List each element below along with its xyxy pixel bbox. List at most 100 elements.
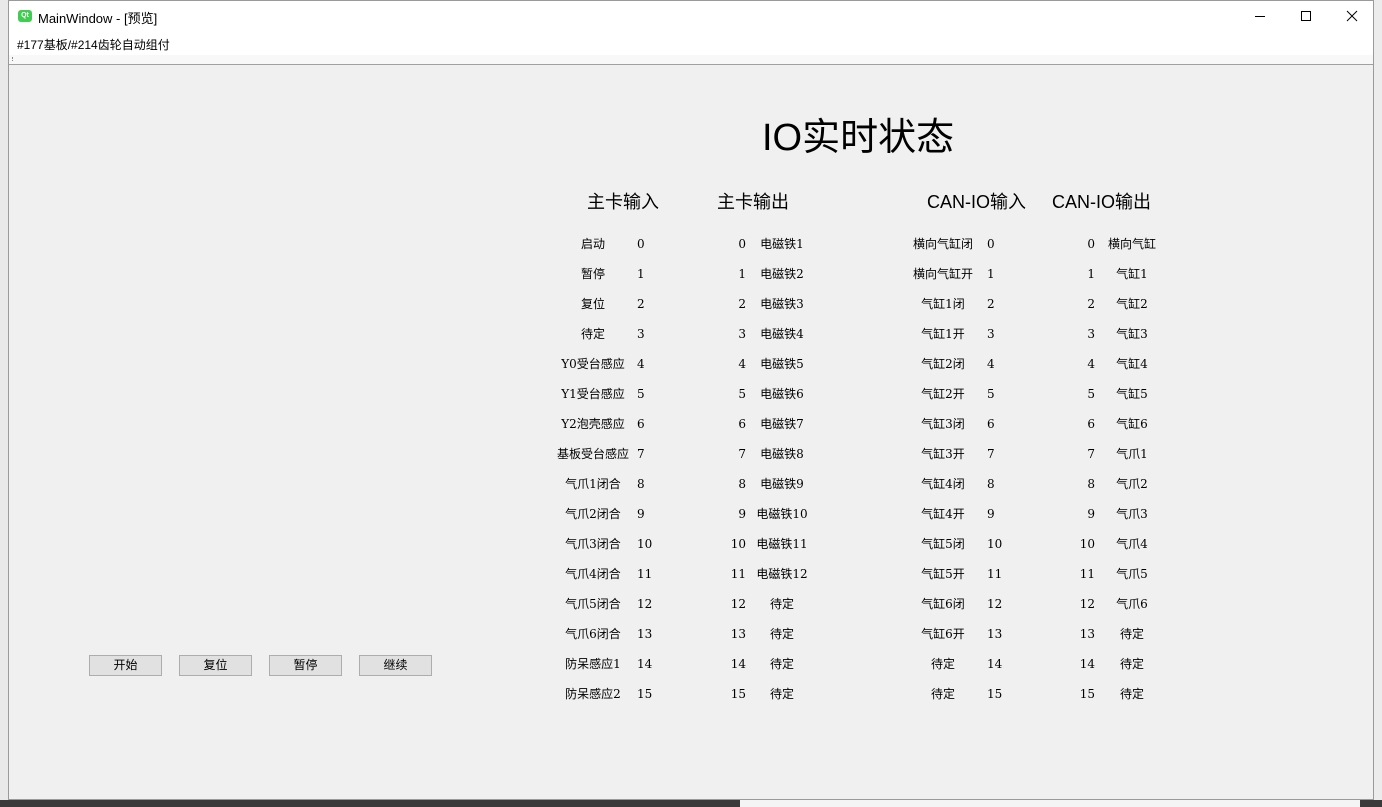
can-input-label: 气缸2闭	[921, 357, 965, 371]
can-input-label: 气缸3闭	[921, 417, 965, 431]
main-output-label: 电磁铁11	[756, 537, 808, 551]
main-input-index: 4	[637, 357, 645, 371]
can-input-label: 横向气缸闭	[912, 237, 973, 251]
minimize-button[interactable]	[1237, 1, 1283, 31]
close-button[interactable]	[1329, 1, 1375, 31]
main-input-label: 防呆感应2	[565, 687, 621, 701]
main-input-label: 防呆感应1	[565, 657, 621, 671]
can-input-index: 7	[987, 447, 995, 461]
main-input-index: 11	[637, 567, 653, 581]
pause-button[interactable]: 暂停	[269, 655, 342, 676]
can-input-label: 待定	[930, 687, 955, 701]
can-output-label: 气缸2	[1116, 297, 1148, 311]
header-can-input: CAN-IO输入	[927, 192, 1026, 212]
can-input-index: 10	[987, 537, 1003, 551]
can-input-index: 3	[987, 327, 995, 341]
main-output-label: 电磁铁4	[760, 327, 804, 341]
main-output-label: 电磁铁6	[760, 387, 804, 401]
can-input-index: 8	[987, 477, 995, 491]
maximize-button[interactable]	[1283, 1, 1329, 31]
main-input-label: 气爪2闭合	[565, 507, 621, 521]
window-title: MainWindow - [预览]	[38, 11, 158, 26]
main-input-label: 暂停	[580, 267, 605, 281]
main-output-label: 待定	[769, 627, 794, 641]
can-input-index: 12	[987, 597, 1003, 611]
can-input-index: 2	[987, 297, 995, 311]
can-input-label: 气缸2开	[921, 387, 965, 401]
start-button[interactable]: 开始	[89, 655, 162, 676]
main-input-label: 气爪6闭合	[565, 627, 621, 641]
can-input-label: 气缸5闭	[921, 537, 965, 551]
main-output-label: 待定	[769, 597, 794, 611]
main-output-label: 电磁铁8	[760, 447, 804, 461]
main-input-index: 10	[637, 537, 653, 551]
can-input-label: 气缸3开	[921, 447, 965, 461]
can-output-label: 气爪2	[1116, 477, 1148, 491]
title-bar[interactable]: Qt MainWindow - [预览]	[9, 1, 1373, 31]
main-input-index: 6	[637, 417, 645, 431]
main-input-label: 气爪5闭合	[565, 597, 621, 611]
main-input-index: 3	[637, 327, 645, 341]
header-can-output: CAN-IO输出	[1052, 192, 1151, 212]
main-output-label: 待定	[769, 687, 794, 701]
background-right	[1374, 0, 1382, 807]
main-output-label: 电磁铁2	[760, 267, 804, 281]
can-input-label: 横向气缸开	[912, 267, 973, 281]
can-output-label: 气爪5	[1116, 567, 1148, 581]
menu-item-project[interactable]: #177基板/#214齿轮自动组付	[17, 36, 170, 53]
can-input-index: 4	[987, 357, 995, 371]
main-input-index: 9	[637, 507, 645, 521]
reset-button[interactable]: 复位	[179, 655, 252, 676]
main-input-label: 待定	[580, 327, 605, 341]
can-output-label: 气爪3	[1116, 507, 1148, 521]
main-output-label: 电磁铁12	[756, 567, 808, 581]
can-input-label: 气缸6开	[921, 627, 965, 641]
can-input-index: 14	[987, 657, 1003, 671]
main-input-index: 7	[637, 447, 645, 461]
can-input-label: 气缸1闭	[921, 297, 965, 311]
can-output-label: 气爪6	[1116, 597, 1148, 611]
main-output-label: 电磁铁10	[756, 507, 808, 521]
main-input-label: Y2泡壳感应	[561, 417, 625, 431]
main-input-index: 13	[637, 627, 653, 641]
can-output-label: 气爪4	[1116, 537, 1148, 551]
toolbar-grip[interactable]	[12, 57, 15, 61]
main-input-index: 15	[637, 687, 653, 701]
can-input-label: 气缸4开	[921, 507, 965, 521]
can-input-index: 13	[987, 627, 1003, 641]
can-input-index: 11	[987, 567, 1003, 581]
qt-icon: Qt	[18, 10, 32, 22]
main-input-index: 8	[637, 477, 645, 491]
main-input-label: 气爪4闭合	[565, 567, 621, 581]
can-input-index: 5	[987, 387, 995, 401]
main-output-label: 电磁铁7	[760, 417, 804, 431]
can-input-label: 气缸1开	[921, 327, 965, 341]
can-output-label: 待定	[1119, 687, 1144, 701]
io-status-title: IO实时状态	[762, 117, 955, 159]
can-output-label: 气缸5	[1116, 387, 1148, 401]
main-input-label: Y0受台感应	[561, 357, 625, 371]
main-input-label: 气爪1闭合	[565, 477, 621, 491]
can-input-label: 待定	[930, 657, 955, 671]
can-input-label: 气缸5开	[921, 567, 965, 581]
main-input-label: Y1受台感应	[561, 387, 625, 401]
can-output-label: 气缸3	[1116, 327, 1148, 341]
can-input-index: 15	[987, 687, 1003, 701]
main-input-index: 1	[637, 267, 645, 281]
can-input-label: 气缸4闭	[921, 477, 965, 491]
can-output-label: 气缸4	[1116, 357, 1148, 371]
can-input-index: 0	[987, 237, 995, 251]
main-input-index: 5	[637, 387, 645, 401]
main-output-label: 电磁铁5	[760, 357, 804, 371]
header-main-output: 主卡输出	[717, 192, 789, 212]
main-output-label: 待定	[769, 657, 794, 671]
can-input-index: 6	[987, 417, 995, 431]
main-input-index: 2	[637, 297, 645, 311]
background-panel	[740, 800, 1360, 807]
main-output-label: 电磁铁3	[760, 297, 804, 311]
main-input-index: 14	[637, 657, 653, 671]
header-main-input: 主卡输入	[587, 192, 659, 212]
resume-button[interactable]: 继续	[359, 655, 432, 676]
can-output-label: 横向气缸	[1107, 237, 1156, 251]
main-input-label: 气爪3闭合	[565, 537, 621, 551]
